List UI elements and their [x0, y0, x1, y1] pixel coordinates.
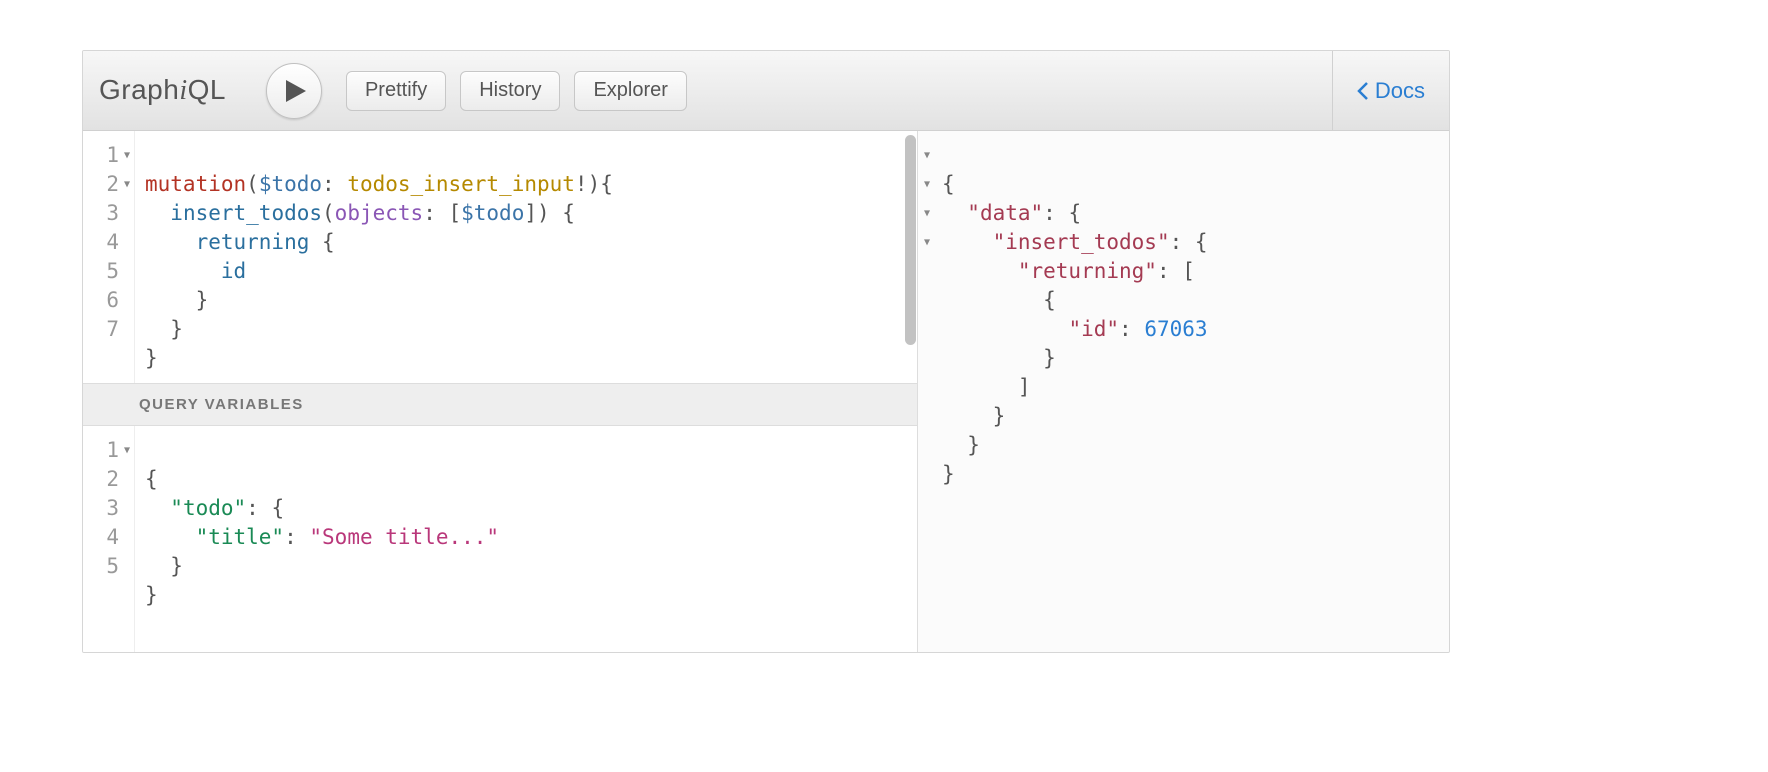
query-variables-header[interactable]: QUERY VARIABLES	[83, 383, 917, 426]
scrollbar[interactable]	[905, 135, 916, 345]
result-pane: ▼▼▼▼ { "data": { "insert_todos": { "retu…	[918, 131, 1449, 652]
logo-text-2: QL	[188, 74, 226, 105]
docs-label: Docs	[1375, 78, 1425, 104]
logo-text-italic: i	[179, 75, 187, 106]
play-icon	[286, 80, 306, 102]
result-gutter: ▼▼▼▼	[918, 141, 942, 642]
query-editor[interactable]: 1▼2▼34567 mutation($todo: todos_insert_i…	[83, 131, 917, 383]
explorer-button[interactable]: Explorer	[574, 71, 686, 111]
docs-button[interactable]: Docs	[1332, 51, 1449, 130]
query-gutter: 1▼2▼34567	[83, 131, 135, 383]
variables-code[interactable]: { "todo": { "title": "Some title..." } }	[135, 426, 509, 652]
query-code[interactable]: mutation($todo: todos_insert_input!){ in…	[135, 131, 623, 383]
variables-editor[interactable]: 1▼2345 { "todo": { "title": "Some title.…	[83, 426, 917, 652]
variables-gutter: 1▼2345	[83, 426, 135, 652]
prettify-button[interactable]: Prettify	[346, 71, 446, 111]
graphiql-app: GraphiQL Prettify History Explorer Docs …	[82, 50, 1450, 653]
history-button[interactable]: History	[460, 71, 560, 111]
app-logo: GraphiQL	[99, 74, 226, 107]
logo-text-1: Graph	[99, 74, 179, 105]
chevron-left-icon	[1357, 82, 1369, 100]
main-area: 1▼2▼34567 mutation($todo: todos_insert_i…	[83, 131, 1449, 652]
result-code: { "data": { "insert_todos": { "returning…	[942, 141, 1220, 642]
toolbar: GraphiQL Prettify History Explorer Docs	[83, 51, 1449, 131]
execute-button[interactable]	[266, 63, 322, 119]
editor-pane: 1▼2▼34567 mutation($todo: todos_insert_i…	[83, 131, 918, 652]
